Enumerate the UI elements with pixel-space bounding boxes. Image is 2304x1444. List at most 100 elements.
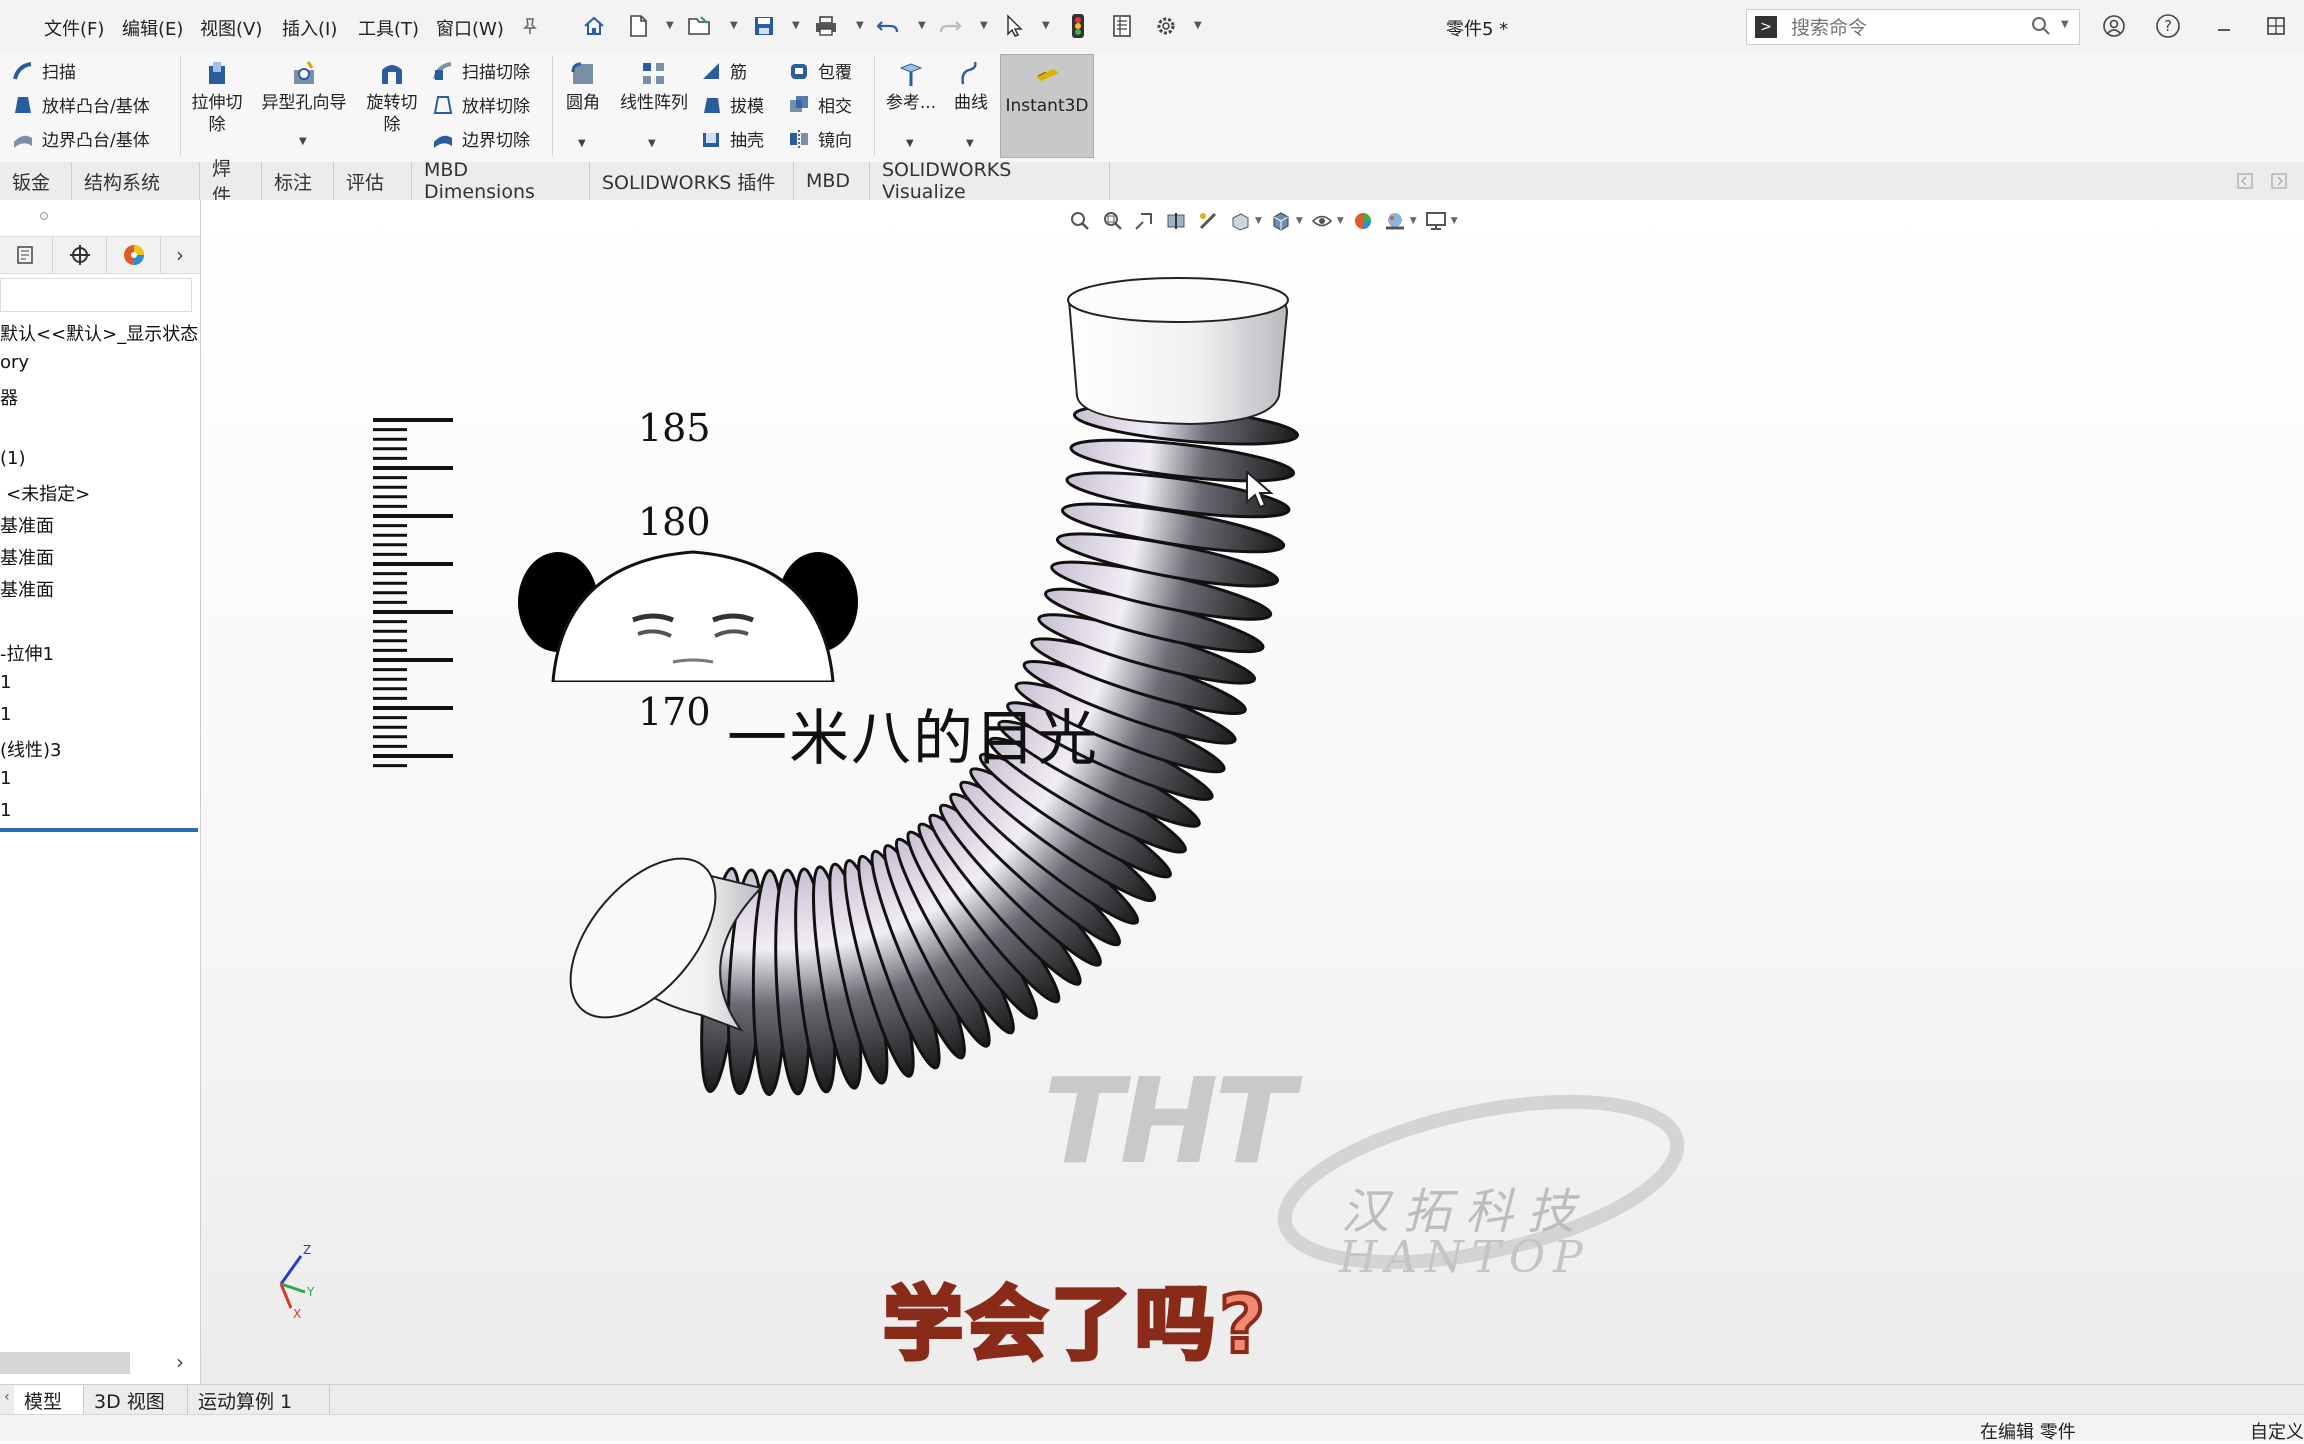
file-properties-icon[interactable]	[1108, 12, 1136, 40]
gear-icon[interactable]	[1152, 12, 1180, 40]
tab-mbd[interactable]: MBD	[794, 162, 870, 200]
shell-button[interactable]: 抽壳	[700, 126, 764, 151]
tab-annotation[interactable]: 标注	[262, 162, 334, 200]
new-document-icon[interactable]	[624, 12, 652, 40]
lofted-cut-button[interactable]: 放样切除	[432, 92, 530, 117]
pin-icon[interactable]	[516, 12, 544, 40]
collapse-right-icon[interactable]	[2270, 172, 2288, 194]
search-input[interactable]	[1789, 14, 2013, 42]
tab-scroll-icon[interactable]: ‹	[4, 1389, 10, 1405]
graphics-area[interactable]: ▼ ▼ ▼ ▼ ▼ 185 180 170 一米八的目光 Z Y X THT 汉…	[201, 200, 2304, 1384]
swept-cut-button[interactable]: 扫描切除	[432, 58, 530, 83]
tree-item-linear-pattern[interactable]: (线性)3	[0, 736, 62, 762]
intersect-button[interactable]: 相交	[788, 92, 852, 117]
rib-button[interactable]: 筋	[700, 58, 747, 83]
display-manager-icon[interactable]	[108, 237, 161, 273]
restore-window-icon[interactable]	[2260, 10, 2292, 42]
home-icon[interactable]	[580, 12, 608, 40]
chevron-down-icon[interactable]: ▼	[666, 20, 674, 31]
extrude-cut-button[interactable]: 拉伸切 除	[186, 56, 248, 136]
curves-button[interactable]: 曲线	[944, 56, 998, 114]
save-icon[interactable]	[750, 12, 778, 40]
linear-pattern-button[interactable]: 线性阵列	[612, 56, 696, 114]
tab-evaluate[interactable]: 评估	[334, 162, 412, 200]
tab-mbd-dimensions[interactable]: MBD Dimensions	[412, 159, 590, 203]
tab-solidworks-visualize[interactable]: SOLIDWORKS Visualize	[870, 159, 1110, 203]
tree-item-history[interactable]: ory	[0, 352, 29, 373]
mirror-button[interactable]: 镜向	[788, 126, 852, 151]
open-folder-icon[interactable]	[686, 12, 714, 40]
chevron-down-icon[interactable]: ▼	[792, 20, 800, 31]
chevron-down-icon[interactable]: ▼	[648, 138, 656, 149]
tab-model[interactable]: 模型	[14, 1385, 84, 1415]
chevron-down-icon[interactable]: ▼	[730, 20, 738, 31]
menu-tools[interactable]: 工具(T)	[358, 15, 419, 41]
collapse-left-icon[interactable]	[2236, 172, 2254, 194]
tree-item-front-plane[interactable]: 基准面	[0, 512, 54, 538]
chevron-down-icon[interactable]: ▼	[1194, 20, 1202, 31]
command-search[interactable]: > ▼	[1746, 9, 2080, 45]
tree-item-feature[interactable]: 1	[0, 672, 11, 693]
menu-edit[interactable]: 编辑(E)	[122, 15, 183, 41]
print-icon[interactable]	[812, 12, 840, 40]
wrap-button[interactable]: 包覆	[788, 58, 852, 83]
chevron-down-icon[interactable]: ▼	[980, 20, 988, 31]
tab-structure-system[interactable]: 结构系统	[72, 162, 200, 200]
menu-insert[interactable]: 插入(I)	[282, 15, 337, 41]
tree-item-feature[interactable]: 1	[0, 704, 11, 725]
tree-item-solid-bodies[interactable]: (1)	[0, 448, 26, 469]
scroll-right-icon[interactable]: ›	[176, 1350, 184, 1374]
custom-units-status[interactable]: 自定义	[2250, 1418, 2304, 1444]
select-arrow-icon[interactable]	[1000, 12, 1028, 40]
help-icon[interactable]: ?	[2152, 10, 2184, 42]
boundary-cut-button[interactable]: 边界切除	[432, 126, 530, 151]
tree-item-sensors[interactable]: 器	[0, 384, 18, 410]
tree-item-display-state[interactable]: 默认<<默认>_显示状态	[0, 320, 198, 346]
tab-solidworks-addins[interactable]: SOLIDWORKS 插件	[590, 162, 794, 200]
undo-icon[interactable]	[874, 12, 902, 40]
search-icon[interactable]	[2029, 14, 2053, 42]
tree-item-feature[interactable]: 1	[0, 800, 11, 821]
loft-button[interactable]: 放样凸台/基体	[12, 92, 150, 117]
chevron-down-icon[interactable]: ▼	[966, 138, 974, 149]
tab-3d-views[interactable]: 3D 视图	[84, 1385, 188, 1415]
fillet-button[interactable]: 圆角	[556, 56, 610, 114]
tree-item-material[interactable]: <未指定>	[6, 480, 90, 506]
tree-item-feature[interactable]: 1	[0, 768, 11, 789]
reference-geometry-button[interactable]: 参考...	[878, 56, 944, 114]
chevron-down-icon[interactable]: ▼	[1042, 20, 1050, 31]
revolve-cut-button[interactable]: 旋转切 除	[360, 56, 424, 136]
chevron-down-icon[interactable]: ▼	[299, 136, 307, 147]
instant3d-toggle-button[interactable]: Instant3D	[1000, 54, 1094, 158]
sweep-button[interactable]: 扫描	[12, 58, 76, 83]
configuration-manager-icon[interactable]	[54, 237, 107, 273]
panel-grip-icon[interactable]	[40, 212, 48, 220]
horizontal-scrollbar[interactable]	[0, 1352, 130, 1374]
tab-motion-study[interactable]: 运动算例 1	[188, 1385, 330, 1415]
hole-wizard-button[interactable]: 异型孔向导	[254, 56, 354, 114]
chevron-down-icon[interactable]: ▼	[906, 138, 914, 149]
menu-file[interactable]: 文件(F)	[44, 15, 104, 41]
tab-sheet-metal[interactable]: 钣金	[0, 162, 72, 200]
draft-button[interactable]: 拔模	[700, 92, 764, 117]
chevron-down-icon[interactable]: ▼	[578, 138, 586, 149]
bellows-hose-model[interactable]	[201, 200, 2304, 1384]
chevron-right-icon[interactable]: ›	[176, 243, 184, 267]
tree-item-right-plane[interactable]: 基准面	[0, 576, 54, 602]
chevron-down-icon[interactable]: ▼	[856, 20, 864, 31]
minimize-icon[interactable]	[2208, 10, 2240, 42]
chevron-down-icon[interactable]: ▼	[2061, 19, 2069, 30]
chevron-down-icon[interactable]: ▼	[918, 20, 926, 31]
redo-icon[interactable]	[936, 12, 964, 40]
tree-item-top-plane[interactable]: 基准面	[0, 544, 54, 570]
menu-view[interactable]: 视图(V)	[200, 15, 262, 41]
tab-weldments[interactable]: 焊件	[200, 158, 262, 207]
tree-filter-box[interactable]	[0, 278, 192, 312]
user-account-icon[interactable]	[2098, 10, 2130, 42]
property-manager-icon[interactable]	[0, 237, 53, 273]
boundary-boss-button[interactable]: 边界凸台/基体	[12, 126, 150, 151]
rebuild-traffic-light-icon[interactable]	[1064, 12, 1092, 40]
menu-window[interactable]: 窗口(W)	[436, 15, 504, 41]
rollback-bar[interactable]	[0, 828, 198, 832]
tree-item-extrude[interactable]: -拉伸1	[0, 640, 54, 666]
